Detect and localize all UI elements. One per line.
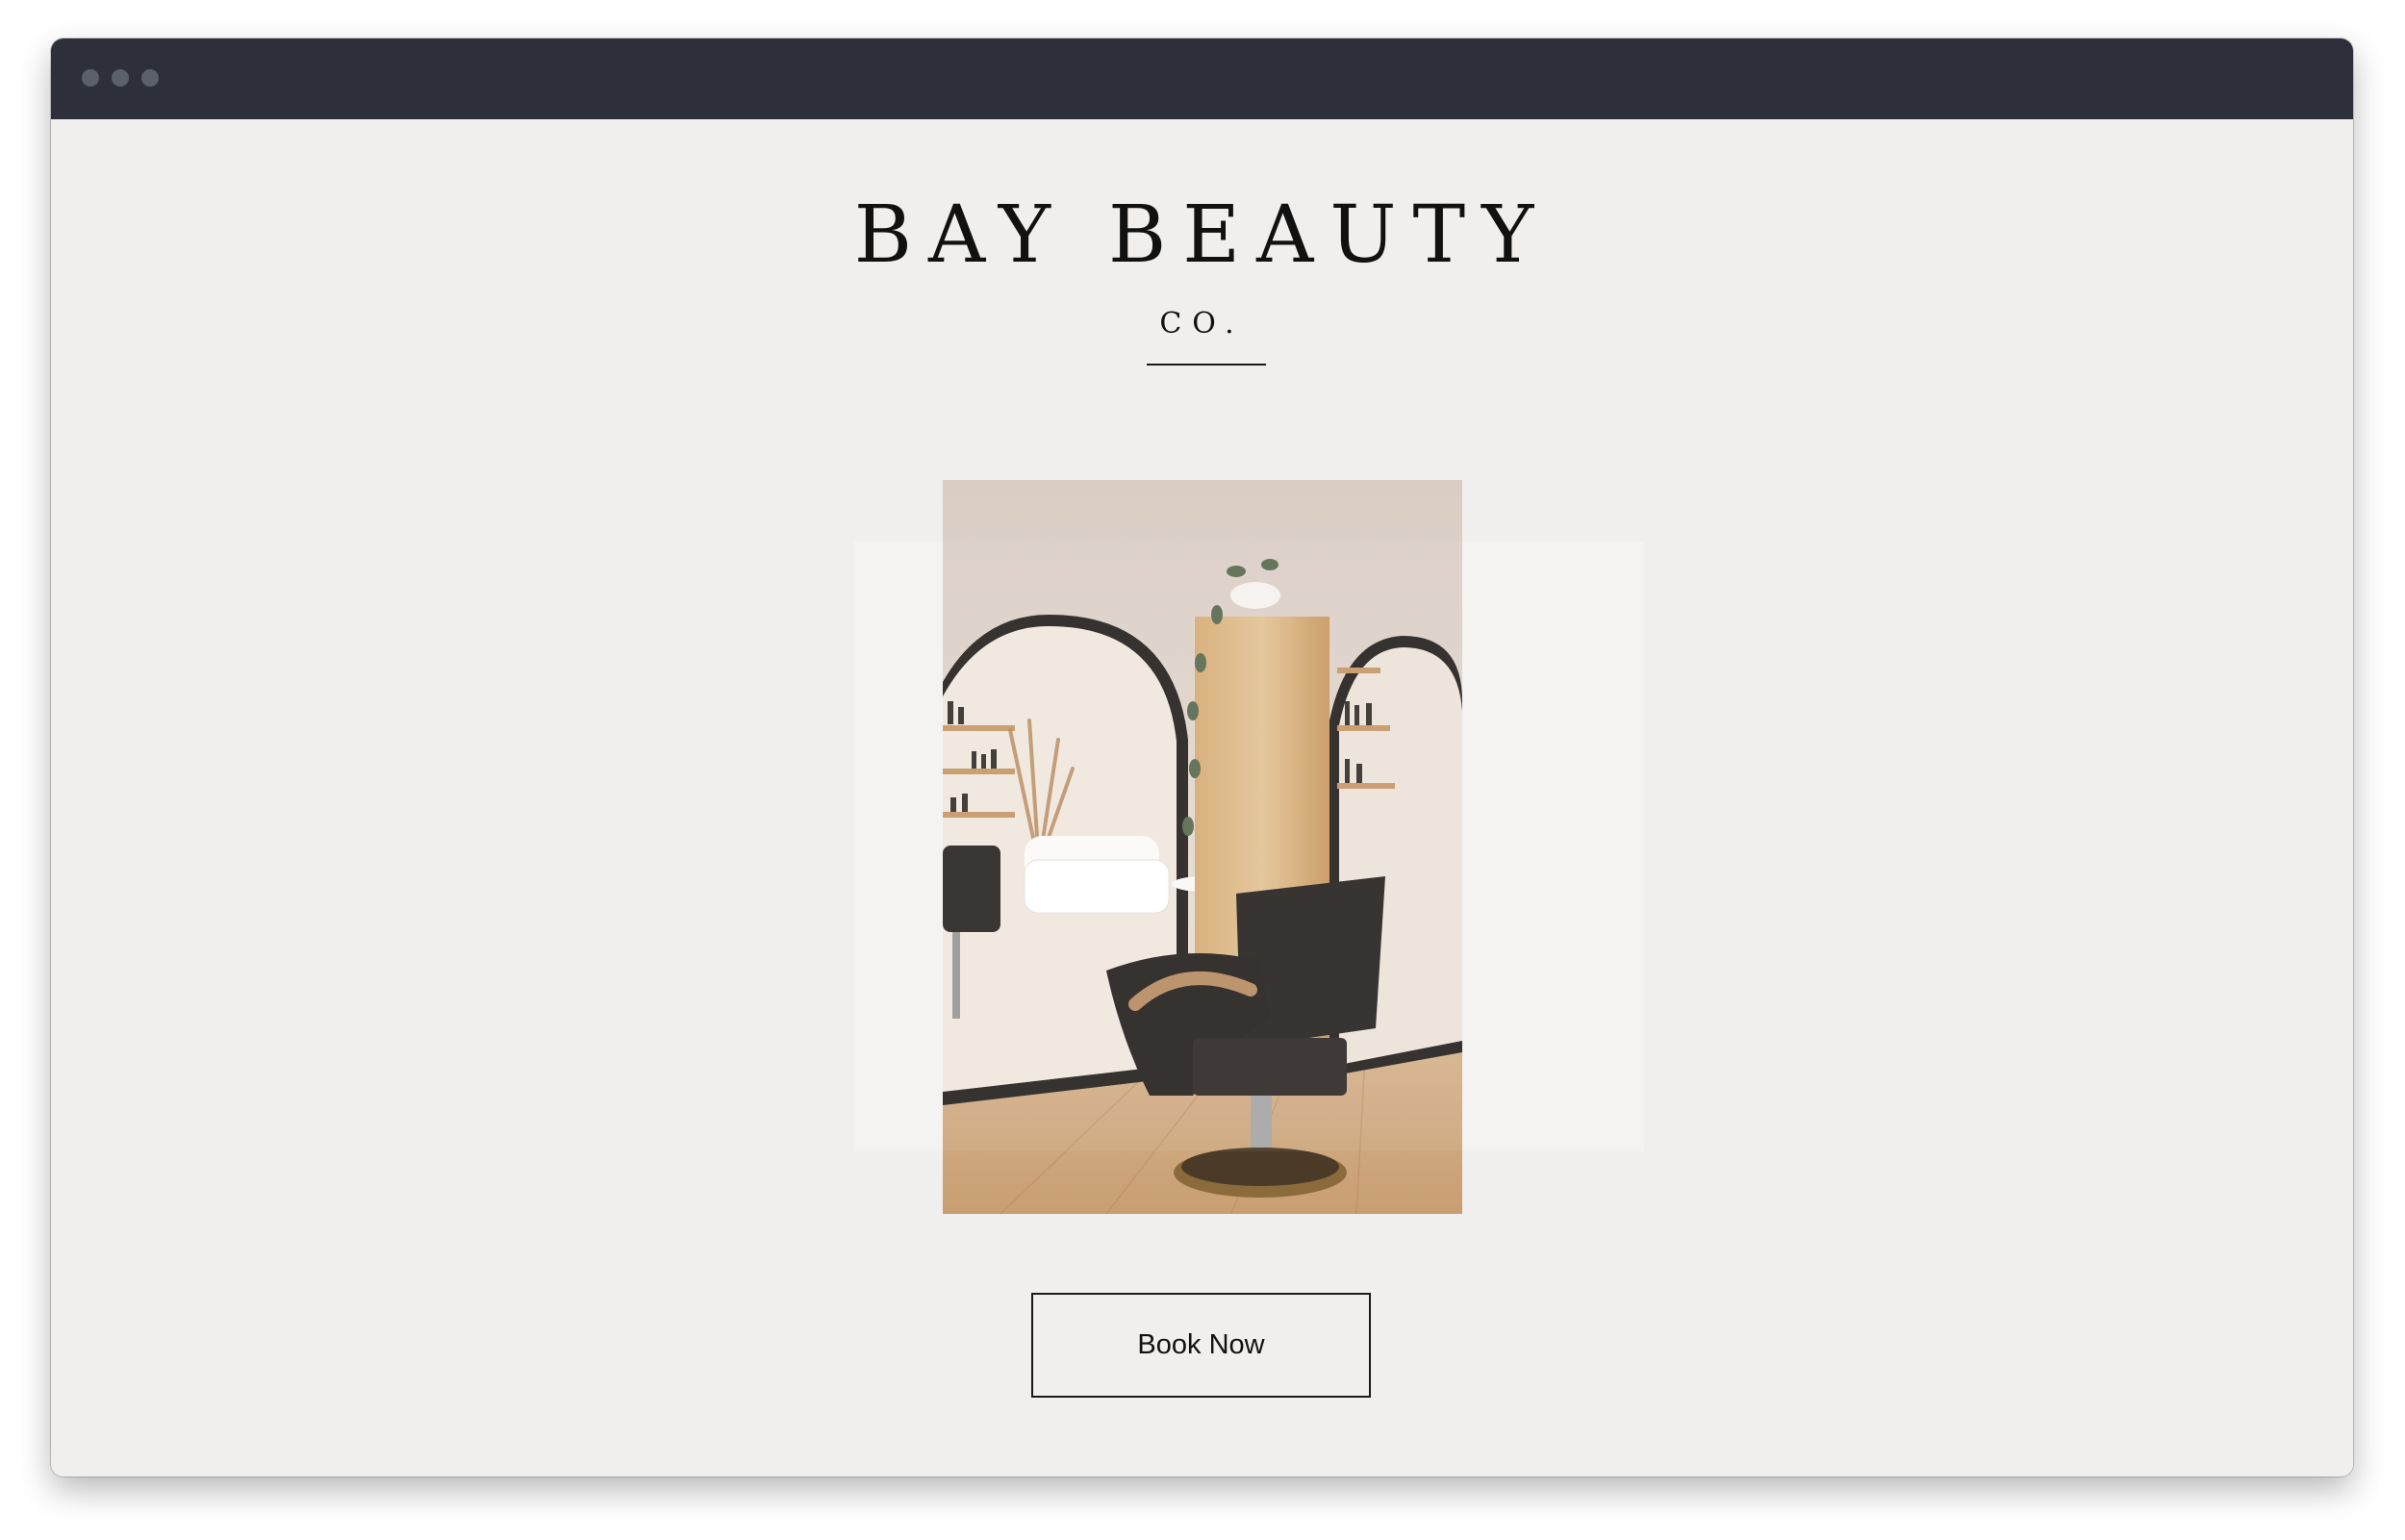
brand-logo-title: BAY BEAUTY — [853, 189, 1551, 281]
logo-divider — [1147, 364, 1266, 366]
hero-image — [943, 480, 1462, 1214]
window-dot-icon[interactable] — [82, 69, 99, 87]
browser-window: BAY BEAUTY CO. Book Now — [51, 38, 2353, 1477]
window-dot-icon[interactable] — [141, 69, 159, 87]
window-dot-icon[interactable] — [112, 69, 129, 87]
book-now-button[interactable]: Book Now — [1031, 1293, 1371, 1398]
window-titlebar — [51, 38, 2353, 119]
brand-logo-suffix: CO. — [1159, 307, 1245, 341]
page-content: BAY BEAUTY CO. Book Now — [51, 119, 2353, 1477]
